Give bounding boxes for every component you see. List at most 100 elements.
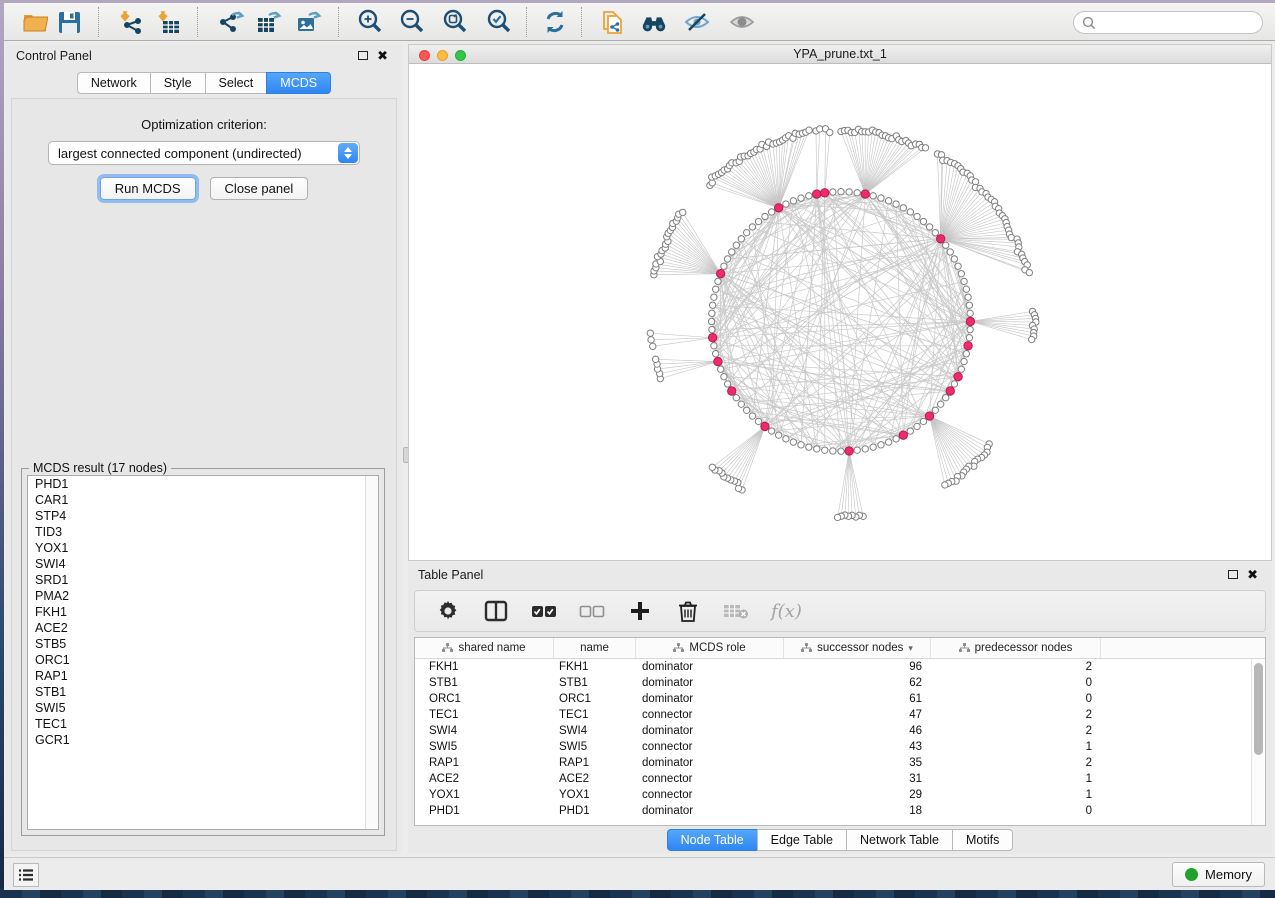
graph-node[interactable]: [854, 447, 860, 453]
graph-hub-node[interactable]: [946, 387, 954, 395]
graph-node[interactable]: [966, 335, 972, 341]
graph-node[interactable]: [768, 209, 774, 215]
graph-node[interactable]: [768, 428, 774, 434]
graph-node[interactable]: [790, 439, 796, 445]
graph-node[interactable]: [790, 198, 796, 204]
graph-node[interactable]: [743, 229, 749, 235]
mcds-result-item[interactable]: SRD1: [28, 572, 378, 588]
mcds-result-item[interactable]: RAP1: [28, 668, 378, 684]
mcds-result-item[interactable]: PMA2: [28, 588, 378, 604]
save-session-icon[interactable]: [55, 8, 83, 36]
graph-node[interactable]: [926, 224, 932, 230]
graph-node[interactable]: [907, 428, 913, 434]
graph-node[interactable]: [814, 446, 820, 452]
graph-hub-node[interactable]: [845, 447, 853, 455]
graph-node[interactable]: [922, 145, 928, 151]
tab-edge-table[interactable]: Edge Table: [757, 829, 846, 851]
cell-successor_nodes[interactable]: 62: [784, 675, 931, 691]
cell-shared_name[interactable]: PHD1: [415, 803, 554, 819]
mcds-result-item[interactable]: ORC1: [28, 652, 378, 668]
graph-node[interactable]: [798, 442, 804, 448]
graph-node[interactable]: [724, 256, 730, 262]
cell-mcds_role[interactable]: connector: [636, 787, 784, 803]
graph-node[interactable]: [709, 302, 715, 308]
cell-shared_name[interactable]: RAP1: [415, 755, 554, 771]
close-window-icon[interactable]: [419, 50, 430, 61]
graph-node[interactable]: [885, 439, 891, 445]
graph-node[interactable]: [648, 337, 654, 343]
cell-shared_name[interactable]: ORC1: [415, 691, 554, 707]
cell-name[interactable]: STB1: [554, 675, 636, 691]
cell-mcds_role[interactable]: connector: [636, 771, 784, 787]
open-session-icon[interactable]: [21, 8, 49, 36]
cell-mcds_role[interactable]: dominator: [636, 691, 784, 707]
table-row[interactable]: RAP1RAP1dominator352: [415, 755, 1265, 771]
run-mcds-button[interactable]: Run MCDS: [100, 177, 196, 200]
cell-name[interactable]: FKH1: [554, 659, 636, 675]
mcds-result-item[interactable]: PHD1: [28, 476, 378, 492]
mcds-result-item[interactable]: SWI4: [28, 556, 378, 572]
graph-node[interactable]: [878, 195, 884, 201]
cell-mcds_role[interactable]: connector: [636, 739, 784, 755]
mcds-result-item[interactable]: YOX1: [28, 540, 378, 556]
select-all-icon[interactable]: [531, 598, 557, 624]
table-row[interactable]: ORC1ORC1dominator610: [415, 691, 1265, 707]
column-header-name[interactable]: name: [554, 638, 636, 658]
mcds-result-item[interactable]: SWI5: [28, 700, 378, 716]
memory-button[interactable]: Memory: [1172, 862, 1265, 887]
graph-node[interactable]: [838, 189, 844, 195]
cell-predecessor_nodes[interactable]: 0: [931, 803, 1101, 819]
graph-node[interactable]: [738, 401, 744, 407]
first-neighbors-icon[interactable]: [640, 8, 668, 36]
export-table-icon[interactable]: [254, 8, 282, 36]
mcds-result-item[interactable]: STB5: [28, 636, 378, 652]
close-panel-icon[interactable]: ✖: [1247, 570, 1258, 580]
cell-name[interactable]: ACE2: [554, 771, 636, 787]
cell-mcds_role[interactable]: dominator: [636, 755, 784, 771]
graph-node[interactable]: [783, 436, 789, 442]
graph-node[interactable]: [755, 218, 761, 224]
graph-node[interactable]: [951, 381, 957, 387]
tab-select[interactable]: Select: [205, 72, 267, 94]
cell-predecessor_nodes[interactable]: 2: [931, 659, 1101, 675]
column-header-successor-nodes[interactable]: successor nodes▾: [784, 638, 931, 658]
cell-name[interactable]: PHD1: [554, 803, 636, 819]
graph-node[interactable]: [775, 432, 781, 438]
graph-hub-node[interactable]: [821, 189, 829, 197]
graph-hub-node[interactable]: [954, 373, 962, 381]
graph-node[interactable]: [900, 205, 906, 211]
graph-hub-node[interactable]: [717, 270, 725, 278]
graph-node[interactable]: [755, 418, 761, 424]
graph-node[interactable]: [967, 326, 973, 332]
graph-node[interactable]: [729, 249, 735, 255]
column-header-MCDS-role[interactable]: MCDS role: [636, 638, 784, 658]
graph-node[interactable]: [733, 242, 739, 248]
graph-node[interactable]: [942, 482, 948, 488]
add-column-icon[interactable]: [627, 598, 653, 624]
graph-node[interactable]: [862, 446, 868, 452]
cell-name[interactable]: RAP1: [554, 755, 636, 771]
table-row[interactable]: TEC1TEC1connector472: [415, 707, 1265, 723]
cell-successor_nodes[interactable]: 96: [784, 659, 931, 675]
graph-hub-node[interactable]: [899, 431, 907, 439]
network-view-titlebar[interactable]: YPA_prune.txt_1: [409, 45, 1271, 64]
deselect-all-icon[interactable]: [579, 598, 605, 624]
graph-node[interactable]: [721, 374, 727, 380]
graph-node[interactable]: [708, 318, 714, 324]
graph-node[interactable]: [932, 229, 938, 235]
cell-predecessor_nodes[interactable]: 2: [931, 723, 1101, 739]
cell-name[interactable]: SWI4: [554, 723, 636, 739]
graph-node[interactable]: [885, 198, 891, 204]
cell-successor_nodes[interactable]: 61: [784, 691, 931, 707]
graph-node[interactable]: [914, 213, 920, 219]
table-row[interactable]: FKH1FKH1dominator962: [415, 659, 1265, 675]
settings-gear-icon[interactable]: [435, 598, 461, 624]
graph-node[interactable]: [958, 271, 964, 277]
graph-node[interactable]: [1026, 269, 1032, 275]
cell-name[interactable]: YOX1: [554, 787, 636, 803]
graph-hub-node[interactable]: [728, 387, 736, 395]
refresh-icon[interactable]: [541, 8, 569, 36]
optimization-criterion-select[interactable]: largest connected component (undirected): [48, 141, 360, 165]
graph-node[interactable]: [806, 444, 812, 450]
zoom-selected-icon[interactable]: [485, 8, 513, 36]
